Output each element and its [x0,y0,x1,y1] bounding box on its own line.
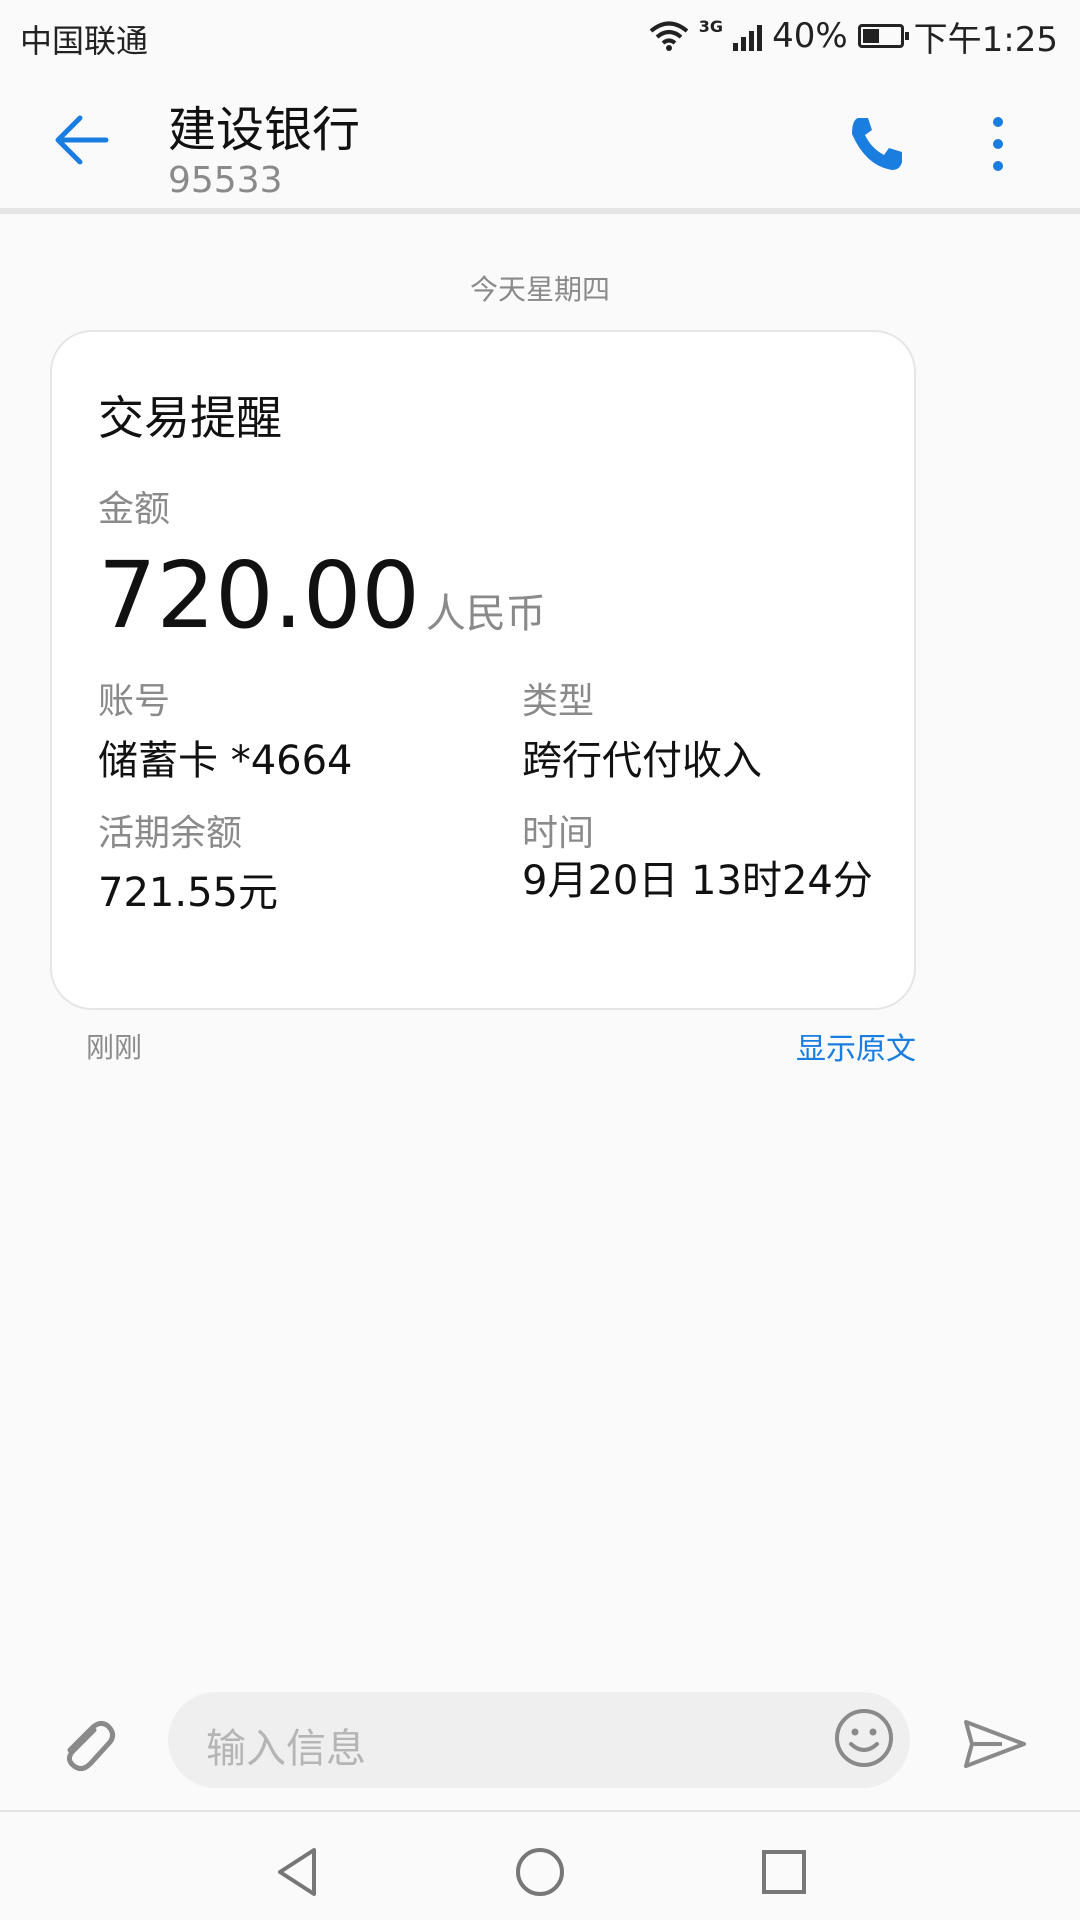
system-nav-bar [0,1812,1080,1920]
signal-icon [733,21,763,51]
phone-icon [852,118,902,170]
wifi-icon [649,21,689,51]
status-icons: 3G 40% 下午1:25 [649,12,1058,60]
account-label: 账号 [98,681,171,722]
send-icon [964,1720,1026,1768]
time-value: 9月20日 13时24分 [522,858,873,904]
message-sent-time: 刚刚 [86,1031,143,1064]
transaction-card[interactable]: 交易提醒 金额 720.00 人民币 账号 储蓄卡 *4664 类型 跨行代付收… [50,330,916,1010]
conversation-header: 建设银行 95533 [0,72,1080,208]
account-value: 储蓄卡 *4664 [98,738,353,784]
amount-value: 720.00 [98,542,420,649]
show-original-link[interactable]: 显示原文 [796,1024,916,1068]
battery-icon [857,24,909,48]
paperclip-icon [66,1720,116,1772]
square-recent-icon [762,1850,806,1894]
call-button[interactable] [844,112,908,176]
amount-row: 720.00 人民币 [98,542,546,649]
date-separator: 今天星期四 [469,273,610,306]
nav-home-button[interactable] [512,1844,568,1900]
emoji-button[interactable] [832,1706,896,1770]
balance-label: 活期余额 [98,813,243,854]
header-divider [0,208,1080,214]
contact-name: 建设银行 [168,102,361,158]
circle-home-icon [516,1848,564,1896]
network-type: 3G [698,16,724,36]
carrier-name: 中国联通 [20,22,149,60]
back-button[interactable] [50,108,114,172]
type-label: 类型 [522,681,595,722]
nav-back-button[interactable] [270,1844,326,1900]
balance-value: 721.55元 [98,870,278,916]
nav-recents-button[interactable] [756,1844,812,1900]
status-bar: 中国联通 3G 40% 下午1:25 [0,0,1080,72]
amount-label: 金额 [98,489,171,530]
attach-button[interactable] [54,1712,118,1776]
message-input-placeholder: 输入信息 [206,1726,366,1772]
send-button[interactable] [962,1712,1028,1776]
arrow-left-icon [55,115,109,165]
contact-number: 95533 [168,160,283,201]
type-value: 跨行代付收入 [522,738,762,784]
message-input[interactable]: 输入信息 [168,1692,910,1788]
battery-percent: 40% [772,16,848,56]
time-label: 时间 [522,813,595,854]
smiley-icon [835,1709,893,1767]
more-options-button[interactable] [974,112,1022,176]
clock: 下午1:25 [913,19,1058,60]
card-title: 交易提醒 [98,391,282,445]
more-vertical-icon [993,117,1003,171]
currency-label: 人民币 [425,591,546,637]
triangle-back-icon [278,1848,316,1896]
